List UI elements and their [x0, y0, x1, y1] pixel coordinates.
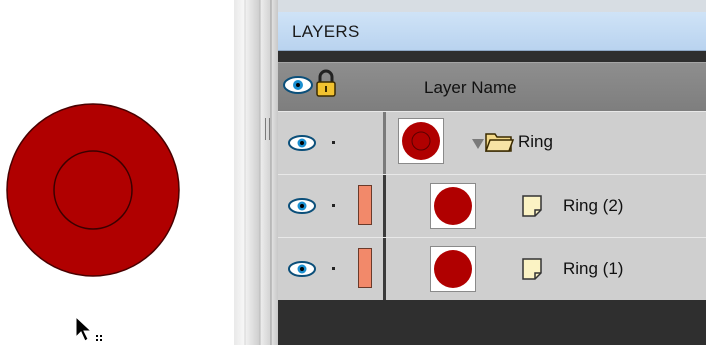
layer-name[interactable]: Ring — [518, 132, 553, 152]
lock-toggle-dot[interactable] — [332, 267, 335, 270]
layers-panel: LAYERS Layer Name Ring Ring (2) Ring (1) — [278, 0, 706, 345]
layer-name[interactable]: Ring (2) — [563, 196, 623, 216]
drawing-canvas[interactable] — [0, 0, 234, 345]
lock-toggle-dot[interactable] — [332, 141, 335, 144]
layer-page-icon — [522, 258, 542, 285]
layer-row-folder-ring[interactable]: Ring — [278, 111, 706, 175]
panel-title: LAYERS — [292, 22, 360, 41]
eye-icon[interactable] — [286, 258, 318, 285]
ring-shape[interactable] — [0, 0, 234, 345]
panel-splitter[interactable] — [234, 0, 278, 345]
layer-row-ring-1[interactable]: Ring (1) — [278, 237, 706, 301]
layer-controls — [278, 238, 386, 300]
layer-thumbnail — [430, 183, 476, 229]
disclosure-triangle-icon[interactable] — [472, 136, 484, 154]
eye-icon[interactable] — [286, 132, 318, 159]
layer-row-ring-2[interactable]: Ring (2) — [278, 174, 706, 238]
layer-thumbnail — [398, 118, 444, 164]
eye-icon[interactable] — [286, 195, 318, 222]
layers-tab[interactable]: LAYERS — [278, 12, 706, 51]
layer-page-icon — [522, 195, 542, 222]
layer-thumbnail — [430, 246, 476, 292]
layers-empty-area[interactable] — [278, 300, 706, 345]
layer-controls — [278, 175, 386, 237]
layer-color-swatch[interactable] — [358, 185, 372, 225]
layer-name[interactable]: Ring (1) — [563, 259, 623, 279]
eye-icon[interactable] — [282, 73, 314, 102]
folder-icon — [484, 130, 515, 159]
layer-controls — [278, 112, 386, 174]
panel-top-strip — [278, 0, 706, 12]
layer-name-column-label: Layer Name — [424, 78, 517, 97]
lock-icon[interactable] — [314, 69, 338, 104]
splitter-grip-icon[interactable] — [265, 118, 271, 140]
column-header: Layer Name — [278, 62, 706, 112]
layer-color-swatch[interactable] — [358, 248, 372, 288]
lock-toggle-dot[interactable] — [332, 204, 335, 207]
